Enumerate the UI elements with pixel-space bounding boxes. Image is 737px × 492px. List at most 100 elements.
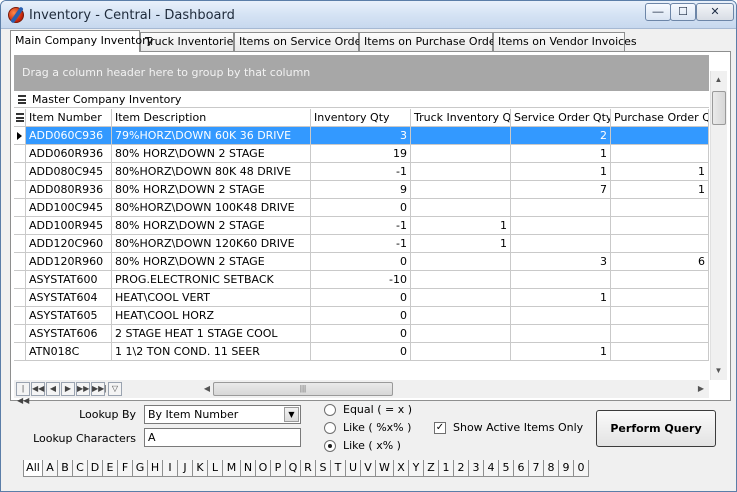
table-row[interactable]: ASYSTAT605 HEAT\COOL HORZ 0: [14, 307, 709, 325]
lookup-characters-input[interactable]: [144, 428, 301, 447]
table-row[interactable]: ATN018C 1 1\2 TON COND. 11 SEER 0 1: [14, 343, 709, 361]
band-menu-icon[interactable]: [18, 95, 26, 104]
cell-truck-inventory-qty[interactable]: [411, 127, 511, 145]
tab-items-on-service-orders[interactable]: Items on Service Orders: [234, 32, 372, 51]
cell-item-description[interactable]: 80% HORZ\DOWN 2 STAGE: [112, 217, 311, 235]
letter-tab-a[interactable]: A: [42, 460, 58, 477]
letter-tab-9[interactable]: 9: [558, 460, 574, 477]
horizontal-scroll-thumb[interactable]: |||: [213, 382, 393, 396]
cell-purchase-order-qty[interactable]: [611, 307, 709, 325]
letter-tab-6[interactable]: 6: [513, 460, 529, 477]
cell-truck-inventory-qty[interactable]: [411, 253, 511, 271]
header-item-description[interactable]: Item Description: [112, 109, 311, 127]
chevron-down-icon[interactable]: ▼: [284, 407, 299, 422]
header-purchase-order-qty[interactable]: Purchase Order Qty: [611, 109, 709, 127]
radio-equal[interactable]: Equal ( = x ): [324, 403, 414, 419]
cell-item-description[interactable]: 80%HORZ\DOWN 100K48 DRIVE: [112, 199, 311, 217]
row-selector[interactable]: [14, 163, 26, 181]
cell-purchase-order-qty[interactable]: [611, 127, 709, 145]
previous-page-button[interactable]: ◀◀: [31, 382, 45, 396]
header-inventory-qty[interactable]: Inventory Qty: [311, 109, 411, 127]
cell-purchase-order-qty[interactable]: [611, 289, 709, 307]
cell-item-description[interactable]: 80%HORZ\DOWN 120K60 DRIVE: [112, 235, 311, 253]
previous-record-button[interactable]: ◀: [46, 382, 60, 396]
cell-item-number[interactable]: ADD080C945: [26, 163, 112, 181]
cell-item-description[interactable]: 79%HORZ\DOWN 60K 36 DRIVE: [112, 127, 311, 145]
row-selector[interactable]: [14, 199, 26, 217]
cell-service-order-qty[interactable]: [511, 235, 611, 253]
perform-query-button[interactable]: Perform Query: [596, 410, 716, 447]
cell-truck-inventory-qty[interactable]: [411, 145, 511, 163]
cell-truck-inventory-qty[interactable]: [411, 163, 511, 181]
letter-tab-5[interactable]: 5: [498, 460, 514, 477]
cell-item-description[interactable]: 80% HORZ\DOWN 2 STAGE: [112, 181, 311, 199]
row-selector[interactable]: [14, 271, 26, 289]
cell-item-number[interactable]: ASYSTAT604: [26, 289, 112, 307]
header-item-number[interactable]: Item Number: [26, 109, 112, 127]
table-row[interactable]: ADD120R960 80% HORZ\DOWN 2 STAGE 0 3 6: [14, 253, 709, 271]
cell-service-order-qty[interactable]: 1: [511, 163, 611, 181]
minimize-button[interactable]: —: [645, 3, 671, 21]
table-row[interactable]: ASYSTAT600 PROG.ELECTRONIC SETBACK -10: [14, 271, 709, 289]
cell-inventory-qty[interactable]: -1: [311, 235, 411, 253]
next-page-button[interactable]: ▶▶: [76, 382, 90, 396]
letter-tab-x[interactable]: X: [393, 460, 409, 477]
letter-tab-t[interactable]: T: [330, 460, 346, 477]
letter-tab-e[interactable]: E: [102, 460, 118, 477]
letter-tab-7[interactable]: 7: [528, 460, 544, 477]
row-selector[interactable]: [14, 253, 26, 271]
letter-tab-q[interactable]: Q: [285, 460, 301, 477]
header-truck-inventory-qty[interactable]: Truck Inventory Qty: [411, 109, 511, 127]
letter-tab-s[interactable]: S: [315, 460, 331, 477]
cell-item-number[interactable]: ASYSTAT606: [26, 325, 112, 343]
cell-purchase-order-qty[interactable]: [611, 145, 709, 163]
cell-inventory-qty[interactable]: -10: [311, 271, 411, 289]
letter-tab-all[interactable]: All: [23, 460, 43, 477]
cell-item-description[interactable]: 2 STAGE HEAT 1 STAGE COOL: [112, 325, 311, 343]
letter-tab-h[interactable]: H: [147, 460, 163, 477]
cell-purchase-order-qty[interactable]: [611, 235, 709, 253]
letter-tab-i[interactable]: I: [162, 460, 178, 477]
cell-service-order-qty[interactable]: 3: [511, 253, 611, 271]
letter-tab-l[interactable]: L: [207, 460, 223, 477]
table-row[interactable]: ADD060C936 79%HORZ\DOWN 60K 36 DRIVE 3 2: [14, 127, 709, 145]
cell-service-order-qty[interactable]: 1: [511, 145, 611, 163]
scroll-right-icon[interactable]: ▶: [695, 382, 707, 396]
cell-truck-inventory-qty[interactable]: [411, 307, 511, 325]
show-active-items-checkbox[interactable]: ✓ Show Active Items Only: [434, 421, 594, 437]
cell-purchase-order-qty[interactable]: [611, 271, 709, 289]
cell-inventory-qty[interactable]: 0: [311, 307, 411, 325]
radio-like-starts-dot[interactable]: [324, 440, 336, 452]
cell-service-order-qty[interactable]: [511, 271, 611, 289]
cell-purchase-order-qty[interactable]: [611, 217, 709, 235]
group-by-area[interactable]: Drag a column header here to group by th…: [14, 55, 709, 91]
cell-item-number[interactable]: ADD060R936: [26, 145, 112, 163]
cell-item-number[interactable]: ADD060C936: [26, 127, 112, 145]
row-selector[interactable]: [14, 145, 26, 163]
cell-item-description[interactable]: 80% HORZ\DOWN 2 STAGE: [112, 253, 311, 271]
tab-items-on-vendor-invoices[interactable]: Items on Vendor Invoices: [493, 32, 637, 51]
letter-tab-8[interactable]: 8: [543, 460, 559, 477]
table-row[interactable]: ADD120C960 80%HORZ\DOWN 120K60 DRIVE -1 1: [14, 235, 709, 253]
cell-item-description[interactable]: 1 1\2 TON COND. 11 SEER: [112, 343, 311, 361]
cell-item-number[interactable]: ADD080R936: [26, 181, 112, 199]
letter-tab-k[interactable]: K: [192, 460, 208, 477]
cell-inventory-qty[interactable]: 0: [311, 325, 411, 343]
cell-service-order-qty[interactable]: [511, 199, 611, 217]
letter-tab-b[interactable]: B: [57, 460, 73, 477]
filter-icon[interactable]: ▽: [108, 382, 122, 396]
cell-service-order-qty[interactable]: 7: [511, 181, 611, 199]
table-row[interactable]: ADD100C945 80%HORZ\DOWN 100K48 DRIVE 0: [14, 199, 709, 217]
vertical-scroll-thumb[interactable]: [712, 91, 726, 125]
cell-inventory-qty[interactable]: 0: [311, 343, 411, 361]
cell-item-number[interactable]: ADD100C945: [26, 199, 112, 217]
cell-purchase-order-qty[interactable]: [611, 199, 709, 217]
row-selector[interactable]: [14, 217, 26, 235]
letter-tab-r[interactable]: R: [300, 460, 316, 477]
cell-purchase-order-qty[interactable]: 6: [611, 253, 709, 271]
cell-truck-inventory-qty[interactable]: [411, 271, 511, 289]
header-row-selector[interactable]: [14, 109, 26, 127]
table-row[interactable]: ADD060R936 80% HORZ\DOWN 2 STAGE 19 1: [14, 145, 709, 163]
radio-equal-dot[interactable]: [324, 404, 336, 416]
table-row[interactable]: ASYSTAT604 HEAT\COOL VERT 0 1: [14, 289, 709, 307]
